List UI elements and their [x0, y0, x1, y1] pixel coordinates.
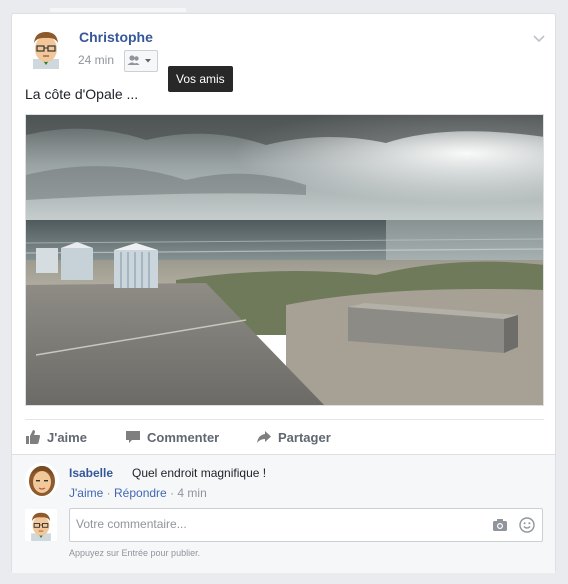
post-text: La côte d'Opale ...: [25, 86, 139, 102]
comment-author-name[interactable]: Isabelle: [69, 466, 113, 480]
like-button[interactable]: J'aime: [25, 429, 87, 445]
chevron-down-icon: [145, 59, 151, 63]
author-avatar[interactable]: [25, 27, 67, 69]
smiley-icon: [519, 517, 535, 533]
comments-section: Isabelle Quel endroit magnifique ! J'aim…: [12, 454, 555, 573]
comment-label: Commenter: [147, 429, 220, 445]
camera-button[interactable]: [492, 518, 508, 537]
audience-selector-button[interactable]: [124, 50, 158, 72]
comment-button[interactable]: Commenter: [125, 429, 219, 445]
friends-icon: [127, 55, 151, 65]
comment-meta-separator: ·: [106, 486, 111, 500]
comment-like-link[interactable]: J'aime: [69, 486, 103, 500]
comment-input[interactable]: Votre commentaire...: [69, 508, 543, 542]
comment-icon: [126, 431, 140, 443]
post-author-name[interactable]: Christophe: [79, 29, 153, 45]
camera-icon: [493, 519, 507, 531]
share-arrow-icon: [257, 431, 271, 443]
post-options-button[interactable]: [533, 30, 545, 48]
comment-meta-separator: ·: [170, 486, 175, 500]
commenter-avatar[interactable]: [25, 463, 59, 497]
comment-input-placeholder: Votre commentaire...: [76, 517, 187, 531]
thumbs-up-icon: [26, 430, 40, 444]
post-card: Christophe 24 min Vos amis La côte d'Opa…: [11, 13, 556, 573]
emoji-button[interactable]: [519, 517, 535, 538]
feed-top-strip: [50, 8, 186, 12]
share-label: Partager: [278, 429, 331, 445]
man-glasses-avatar-icon: [25, 27, 67, 69]
comment-meta: J'aime · Répondre · 4 min: [69, 486, 207, 500]
composer-avatar: [25, 509, 57, 541]
post-actions-bar: J'aime Commenter Partager: [25, 419, 544, 452]
comment-time[interactable]: 4 min: [177, 486, 206, 500]
woman-avatar-icon: [25, 463, 59, 497]
chevron-down-icon: [533, 35, 545, 43]
share-button[interactable]: Partager: [256, 429, 331, 445]
like-label: J'aime: [47, 429, 87, 445]
beach-photo: [26, 115, 543, 405]
composer-hint: Appuyez sur Entrée pour publier.: [69, 548, 201, 558]
post-photo[interactable]: [25, 114, 544, 406]
post-timestamp[interactable]: 24 min: [78, 53, 114, 67]
comment-text: Quel endroit magnifique !: [132, 466, 267, 480]
comment-reply-link[interactable]: Répondre: [114, 486, 167, 500]
audience-tooltip: Vos amis: [168, 66, 233, 92]
man-glasses-avatar-icon: [25, 509, 57, 541]
